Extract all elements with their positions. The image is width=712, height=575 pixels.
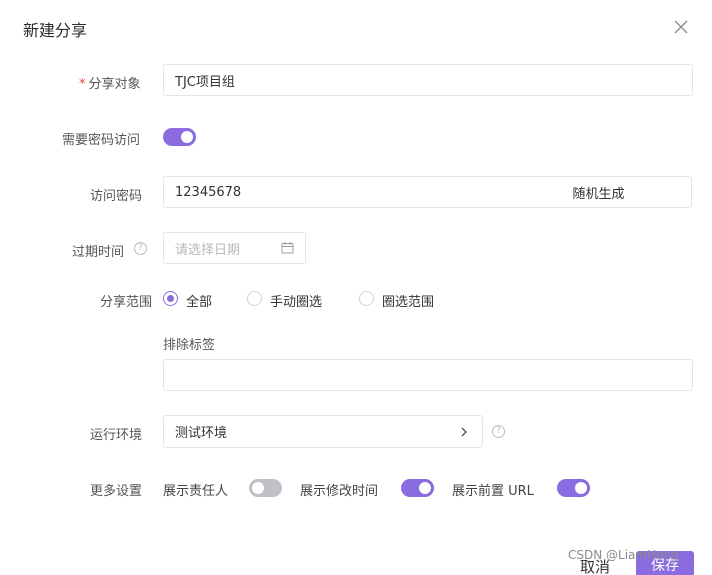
scope-range-label: 圈选范围: [382, 295, 435, 310]
new-share-dialog: 新建分享 * 分享对象 TJC项目组 需要密码访问 访问密码 12345678 随…: [0, 0, 712, 575]
share-target-value: TJC项目组: [175, 74, 235, 90]
require-password-switch[interactable]: [163, 128, 196, 146]
expire-placeholder: 请选择日期: [175, 242, 241, 258]
required-mark: *: [79, 77, 86, 92]
exclude-tags-input[interactable]: [163, 359, 693, 391]
chevron-right-icon: [459, 426, 469, 438]
dialog-title: 新建分享: [23, 21, 88, 40]
password-value: 12345678: [175, 184, 242, 200]
scope-all-label: 全部: [186, 295, 213, 310]
switch-knob: [181, 131, 193, 143]
share-target-label: * 分享对象: [79, 73, 141, 92]
show-prefix-url-switch[interactable]: [557, 479, 590, 497]
more-settings-label: 更多设置: [90, 484, 143, 499]
scope-range-radio[interactable]: [359, 291, 374, 306]
question-circle-icon[interactable]: ?: [492, 425, 505, 438]
calendar-icon: [281, 241, 294, 254]
environment-select[interactable]: 测试环境: [163, 415, 483, 448]
share-target-label-text: 分享对象: [88, 77, 141, 92]
environment-value: 测试环境: [175, 426, 228, 441]
scope-manual-radio[interactable]: [247, 291, 262, 306]
exclude-tags-label: 排除标签: [163, 338, 216, 353]
password-label: 访问密码: [90, 189, 143, 204]
close-icon[interactable]: [672, 18, 690, 36]
expire-label: 过期时间: [72, 245, 125, 260]
show-prefix-url-label: 展示前置 URL: [452, 484, 534, 499]
require-password-label: 需要密码访问: [62, 133, 141, 148]
show-modified-time-label: 展示修改时间: [300, 484, 379, 499]
environment-label: 运行环境: [90, 428, 143, 443]
password-input[interactable]: 12345678: [163, 176, 507, 208]
switch-knob: [252, 482, 264, 494]
share-scope-label: 分享范围: [100, 295, 153, 310]
switch-knob: [575, 482, 587, 494]
expire-date-picker[interactable]: 请选择日期: [163, 232, 306, 264]
switch-knob: [419, 482, 431, 494]
show-modified-time-switch[interactable]: [401, 479, 434, 497]
show-owner-label: 展示责任人: [163, 484, 229, 499]
show-owner-switch[interactable]: [249, 479, 282, 497]
random-generate-button[interactable]: 随机生成: [506, 176, 692, 208]
scope-all-radio[interactable]: [163, 291, 178, 306]
scope-manual-label: 手动圈选: [270, 295, 323, 310]
question-circle-icon[interactable]: ?: [134, 242, 147, 255]
share-target-input[interactable]: TJC项目组: [163, 64, 693, 96]
watermark-text: CSDN @LiamHong: [568, 548, 679, 562]
